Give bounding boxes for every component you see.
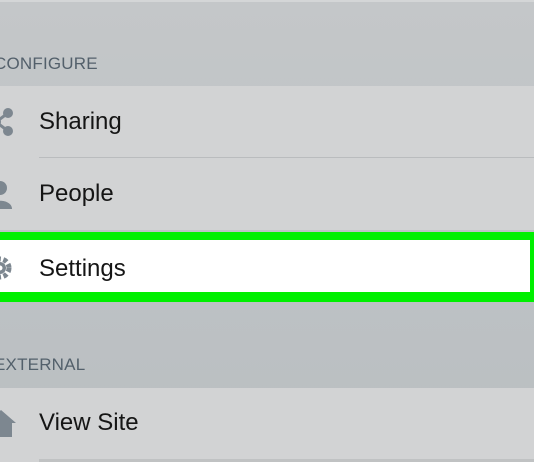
top-edge	[0, 0, 534, 2]
menu-item-sharing-label: Sharing	[39, 108, 122, 135]
share-icon	[0, 108, 13, 136]
settings-screen: CONFIGURE Sharing People Settings EXTERN…	[0, 0, 534, 462]
menu-item-people-label: People	[39, 180, 114, 207]
person-icon	[0, 181, 12, 209]
menu-item-people[interactable]: People	[0, 158, 534, 230]
menu-item-settings-label: Settings	[39, 255, 126, 282]
menu-item-sharing[interactable]: Sharing	[0, 86, 534, 158]
section-header-configure: CONFIGURE	[0, 54, 98, 73]
menu-item-view-site[interactable]: View Site	[0, 388, 534, 462]
menu-item-view-site-label: View Site	[39, 409, 139, 436]
menu-item-settings[interactable]: Settings	[0, 232, 534, 302]
home-icon	[0, 410, 16, 437]
gear-icon	[0, 256, 12, 280]
section-header-external: EXTERNAL	[0, 355, 86, 374]
